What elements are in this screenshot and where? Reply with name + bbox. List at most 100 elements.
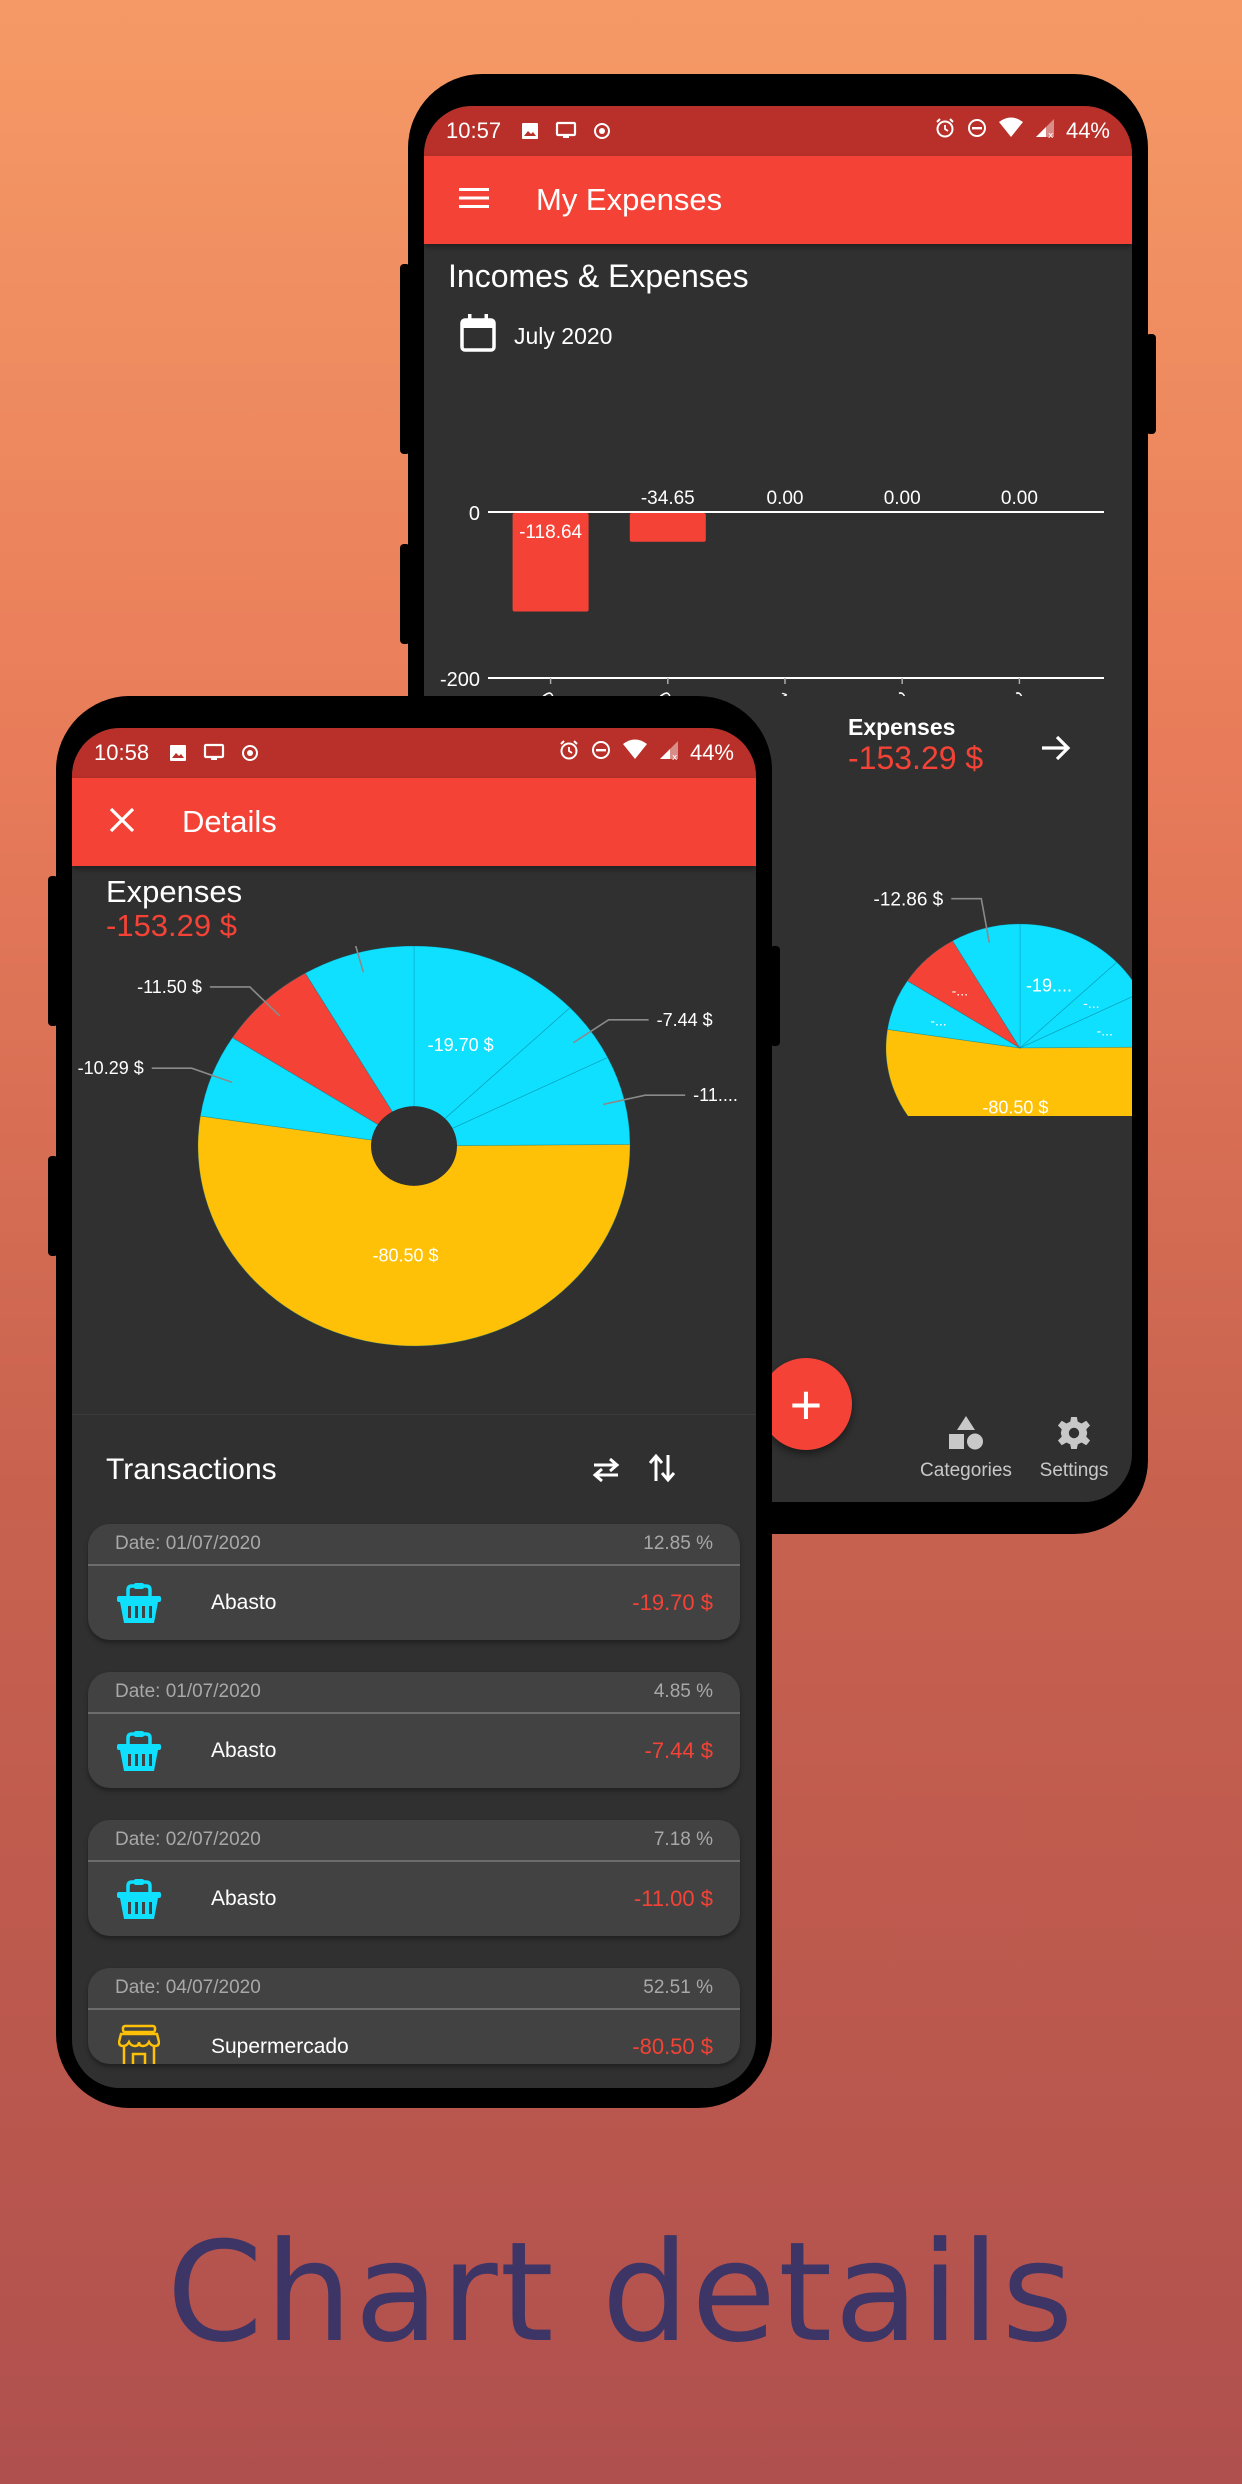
phone-details-screen: 10:58 x 44% Details Expenses -153.29 $ -… — [48, 696, 780, 2108]
pie-slice-label: -12.86 $ — [874, 890, 944, 911]
arrow-right-icon — [1040, 734, 1072, 767]
svg-text:x: x — [672, 753, 678, 761]
pie-slice-label: -11.... — [693, 1085, 738, 1105]
close-icon — [109, 807, 135, 838]
transactions-title: Transactions — [106, 1453, 277, 1486]
transaction-body: Abasto -7.44 $ — [88, 1714, 740, 1788]
transaction-percent: 7.18 % — [653, 1829, 713, 1850]
pie-slice-label: -19.70 $ — [428, 1035, 494, 1055]
dnd-icon — [590, 739, 612, 767]
app-title: Details — [182, 804, 277, 839]
month-label: July 2020 — [514, 322, 613, 349]
app-bar: My Expenses — [424, 156, 1132, 244]
swap-button[interactable] — [584, 1450, 628, 1494]
image-icon — [167, 742, 189, 764]
expenses-label: Expenses — [106, 874, 243, 909]
transaction-body: Abasto -11.00 $ — [88, 1862, 740, 1936]
app-title: My Expenses — [536, 182, 723, 217]
volume-button — [48, 876, 58, 1026]
pie-slice-label: -... — [930, 1012, 946, 1028]
menu-icon — [459, 187, 489, 214]
store-icon — [115, 2023, 163, 2064]
signal-icon: x — [658, 739, 680, 767]
transaction-card[interactable]: Date: 04/07/2020 52.51 % Supermercado -8… — [88, 1968, 740, 2064]
nav-label-settings: Settings — [1039, 1460, 1109, 1481]
nav-label-categories: Categories — [920, 1460, 1012, 1481]
transaction-body: Supermercado -80.50 $ — [88, 2010, 740, 2064]
transaction-card[interactable]: Date: 02/07/2020 7.18 % Abasto -11.00 $ — [88, 1820, 740, 1936]
cast-icon — [203, 742, 225, 764]
bar-data-label: -34.65 — [641, 488, 695, 509]
pie-chart-donut: -19.70 $ -7.44 $ -11.... -80.50 $ -10.29 $ -1… — [78, 946, 738, 1347]
transaction-category: Abasto — [211, 1887, 277, 1910]
volume-button — [400, 264, 410, 454]
bar-chart: 0 -200 -118.64 01/07 - 05/07 -34.65 06/07 - 1… — [440, 488, 1104, 696]
pie-slice-label: -80.50 $ — [372, 1246, 438, 1266]
transaction-header: Date: 02/07/2020 7.18 % — [88, 1820, 740, 1862]
month-selector[interactable]: July 2020 — [460, 314, 612, 358]
sort-button[interactable] — [640, 1448, 684, 1492]
transaction-amount: -80.50 $ — [632, 2034, 713, 2059]
svg-text:x: x — [1048, 131, 1054, 139]
expenses-total: -153.29 $ — [106, 908, 237, 943]
nav-item-settings[interactable]: Settings — [1004, 1416, 1132, 1482]
status-time: 10:57 — [446, 118, 502, 143]
details-arrow-button[interactable] — [1034, 728, 1078, 772]
x-tick-label: 27/07 - 31/07 — [1003, 688, 1088, 696]
y-tick-label: -200 — [440, 669, 480, 691]
caption: Chart details — [166, 2212, 1076, 2373]
wifi-icon — [998, 117, 1024, 145]
transaction-amount: -11.00 $ — [633, 1886, 713, 1911]
transaction-card[interactable]: Date: 01/07/2020 12.85 % Abasto -19.70 $ — [88, 1524, 740, 1640]
signal-icon: x — [1034, 117, 1056, 145]
x-tick-label: 06/07 - 12/07 — [652, 688, 737, 696]
pie-chart-compact: -19.... -... -... -80.50 $ -... -... -12.86 $ — [874, 890, 1132, 1116]
image-icon — [519, 120, 541, 142]
transaction-date: Date: 02/07/2020 — [115, 1829, 261, 1850]
x-tick-label: 01/07 - 05/07 — [535, 688, 620, 696]
transaction-category: Abasto — [211, 1739, 277, 1762]
alarm-icon — [934, 117, 956, 145]
location-icon — [591, 120, 613, 142]
add-transaction-button[interactable]: + — [760, 1358, 852, 1450]
close-button[interactable] — [102, 802, 142, 842]
power-button — [770, 946, 780, 1046]
pie-slice-label: -11.50 $ — [137, 977, 202, 997]
bar-data-label: 0.00 — [884, 488, 921, 509]
screen: 10:58 x 44% Details Expenses -153.29 $ -… — [72, 728, 756, 2088]
status-bar: 10:58 x 44% — [72, 728, 756, 778]
dnd-icon — [966, 117, 988, 145]
transaction-category: Supermercado — [211, 2035, 349, 2058]
bar-data-label: 0.00 — [1001, 488, 1038, 509]
transaction-card[interactable]: Date: 01/07/2020 4.85 % Abasto -7.44 $ — [88, 1672, 740, 1788]
x-tick-label: 20/07 - 26/07 — [886, 688, 971, 696]
divider — [72, 1414, 756, 1415]
pie-slice-label: -... — [1097, 1022, 1113, 1038]
transaction-percent: 12.85 % — [643, 1533, 713, 1554]
transaction-percent: 52.51 % — [643, 1977, 713, 1998]
bar[interactable] — [629, 513, 706, 542]
transaction-amount: -19.70 $ — [632, 1590, 713, 1615]
sort-icon — [648, 1453, 676, 1488]
cast-icon — [555, 120, 577, 142]
expenses-label: Expenses — [848, 714, 956, 740]
status-time: 10:58 — [94, 740, 150, 765]
transaction-percent: 4.85 % — [653, 1681, 713, 1702]
bixby-button — [400, 544, 410, 644]
transaction-date: Date: 01/07/2020 — [115, 1681, 261, 1702]
gear-icon — [1056, 1416, 1092, 1456]
bar-data-label: 0.00 — [767, 488, 804, 509]
pie-slice-label: -... — [1083, 995, 1099, 1011]
bixby-button — [48, 1156, 58, 1256]
x-tick-label: 13/07 - 19/07 — [769, 688, 854, 696]
alarm-icon — [558, 739, 580, 767]
calendar-icon — [460, 314, 496, 358]
section-title: Incomes & Expenses — [448, 258, 749, 294]
menu-button[interactable] — [454, 180, 494, 220]
transaction-body: Abasto -19.70 $ — [88, 1566, 740, 1640]
basket-icon — [115, 1727, 163, 1775]
y-tick-label: 0 — [469, 503, 480, 525]
status-bar: 10:57 x 44% — [424, 106, 1132, 156]
pie-slice-label: -19.... — [1026, 975, 1072, 995]
location-icon — [239, 742, 261, 764]
